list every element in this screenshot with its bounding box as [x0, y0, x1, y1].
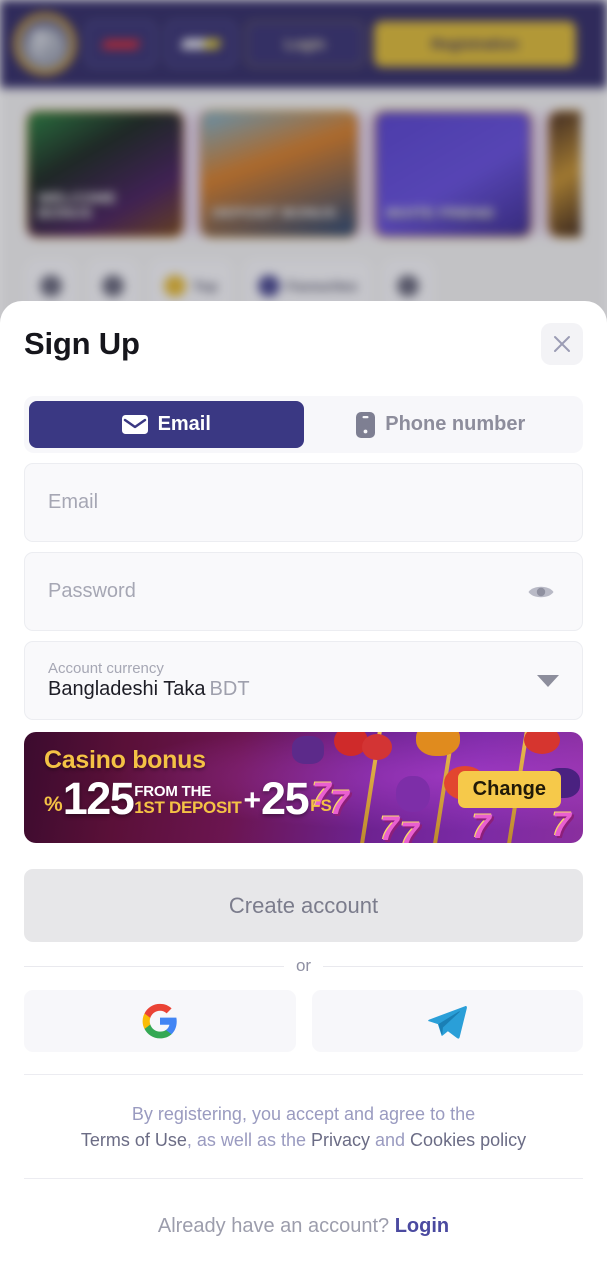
close-button[interactable]: [541, 323, 583, 365]
bonus-offer-line: % 125 FROM THE 1ST DEPOSIT + 25 FS: [44, 773, 332, 824]
eye-icon: [528, 586, 554, 597]
screen-root: Login Registration WELCOME BONUS DEPOSIT…: [0, 0, 607, 1280]
bonus-percent-sign: %: [44, 792, 63, 816]
close-icon: [554, 336, 570, 352]
login-link[interactable]: Login: [395, 1215, 449, 1237]
google-login-button[interactable]: [24, 990, 296, 1052]
signup-modal: Sign Up Email Phone number Email Account…: [0, 301, 607, 1280]
account-currency-select[interactable]: Account currency Bangladeshi Taka BDT: [24, 641, 583, 720]
currency-name: Bangladeshi Taka: [48, 678, 206, 700]
privacy-link[interactable]: Privacy: [311, 1130, 370, 1150]
cherry-icon: [362, 734, 392, 760]
or-label: or: [295, 956, 312, 975]
telegram-login-button[interactable]: [311, 990, 583, 1052]
bonus-from-the: FROM THE: [134, 782, 212, 800]
currency-label: Account currency: [48, 660, 164, 677]
currency-code: BDT: [209, 678, 250, 700]
bonus-freespins-value: 25: [261, 773, 310, 824]
password-field-wrapper[interactable]: [24, 552, 583, 631]
or-divider: or: [24, 956, 583, 976]
apple-icon: [524, 732, 560, 754]
bonus-percent-value: 125: [62, 773, 135, 824]
bonus-title: Casino bonus: [44, 746, 206, 774]
chevron-down-icon: [537, 674, 559, 687]
tab-email-label: Email: [157, 413, 211, 435]
legal-line-1: By registering, you accept and agree to …: [131, 1104, 476, 1124]
orange-icon: [416, 732, 460, 756]
bonus-deposit-group: FROM THE 1ST DEPOSIT: [134, 782, 242, 819]
legal-and: and: [370, 1129, 411, 1150]
tab-phone[interactable]: Phone number: [304, 401, 579, 448]
bonus-first-deposit: 1ST DEPOSIT: [134, 798, 242, 818]
email-input[interactable]: [48, 491, 559, 514]
tab-email[interactable]: Email: [29, 401, 304, 448]
plum-icon: [396, 776, 430, 812]
divider-line-right: [323, 965, 583, 967]
bonus-freespins-unit: FS: [310, 795, 332, 815]
create-account-button[interactable]: Create account: [24, 869, 583, 942]
telegram-icon: [428, 1005, 468, 1039]
login-prompt: Already have an account? Login: [24, 1179, 583, 1238]
tab-phone-label: Phone number: [385, 413, 526, 435]
login-prompt-text: Already have an account?: [157, 1215, 395, 1238]
change-bonus-button[interactable]: Change: [457, 771, 561, 808]
envelope-icon: [121, 415, 148, 434]
cookies-policy-link[interactable]: Cookies policy: [410, 1130, 526, 1150]
modal-header: Sign Up: [24, 301, 583, 365]
social-login-row: [24, 990, 583, 1052]
divider-line-left: [24, 965, 284, 967]
password-input[interactable]: [48, 580, 523, 603]
password-visibility-toggle[interactable]: [523, 579, 559, 605]
currency-value-row: Bangladeshi Taka BDT: [48, 678, 250, 701]
signup-method-tabs: Email Phone number: [24, 396, 583, 453]
phone-icon: [356, 411, 376, 438]
email-field-wrapper[interactable]: [24, 463, 583, 542]
page-title: Sign Up: [24, 326, 140, 361]
legal-text: By registering, you accept and agree to …: [24, 1075, 583, 1178]
currency-text-group: Account currency Bangladeshi Taka BDT: [48, 660, 250, 701]
legal-mid: , as well as the: [186, 1129, 311, 1150]
bonus-text-group: Casino bonus % 125 FROM THE 1ST DEPOSIT …: [44, 746, 332, 824]
bonus-plus-sign: +: [243, 783, 262, 817]
google-icon: [142, 1003, 177, 1039]
terms-of-use-link[interactable]: Terms of Use: [81, 1130, 187, 1150]
casino-bonus-banner[interactable]: 7 7 7 7 7 7 Casino bonus % 125 FROM THE …: [24, 732, 583, 843]
